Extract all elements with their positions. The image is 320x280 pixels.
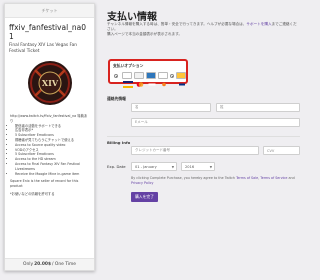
seller-note: Square Enix is the seller of record for …	[10, 179, 79, 189]
price: 20.00$	[34, 262, 52, 267]
price-suffix: / One Time	[52, 262, 76, 267]
contact-section-label: 連絡先情報	[107, 96, 126, 101]
first-name-input[interactable]: 名	[131, 103, 211, 112]
paypal-radio[interactable]	[170, 74, 174, 78]
product-name: Final Fantasy XIV Las Vegas Fan Festival…	[9, 43, 77, 54]
price-footer: Only 20.00$ / One Time	[5, 258, 94, 270]
chevron-down-icon: ▼	[209, 164, 212, 169]
xiv-logo: XIV	[27, 60, 73, 106]
channel-name: ffxiv_fanfestival_na01	[9, 23, 87, 41]
cvv-input[interactable]: CVV	[263, 146, 300, 155]
exp-date-label: Exp. Date	[107, 164, 126, 169]
fine-print-text: By clicking Complete Purchase, you hereb…	[131, 176, 235, 180]
payment-method-label: 支払いオプション	[113, 63, 144, 68]
disclaimer: *お使いなどの情報を許可する	[10, 191, 55, 196]
separator: ,	[258, 176, 260, 180]
last-name-input[interactable]: 姓	[216, 103, 300, 112]
subtitle-line2: 購入ページで本当の金額表示が表示されます。	[107, 32, 183, 36]
page-subtitle: チャンネル情報を購入する時は、簡単・安全で行ってきます。ヘルプが必要な場合は、サ…	[107, 22, 299, 37]
product-description: http://www.twitch.tv/ffxiv_fanfestival_n…	[5, 106, 94, 197]
exp-month-select[interactable]: 01 - January ▼	[131, 162, 177, 171]
support-link[interactable]: サポートを購入	[246, 22, 271, 26]
product-card: チケット ffxiv_fanfestival_na01 Final Fantas…	[4, 3, 95, 271]
benefits-list: 配信者の活動をサポートできる 広告非表示* 5 Subscriber Emoti…	[10, 124, 89, 177]
amex-icon[interactable]	[146, 72, 156, 86]
terms-of-sale-link[interactable]: Terms of Sale	[236, 176, 258, 180]
divider	[107, 136, 300, 137]
terms-of-service-link[interactable]: Terms of Service	[260, 176, 287, 180]
subtitle-text: チャンネル情報を購入する時は、簡単・安全で行ってきます。ヘルプが必要な場合は、	[107, 22, 247, 26]
paypal-icon[interactable]	[176, 72, 186, 86]
privacy-policy-link[interactable]: Privacy Policy	[131, 181, 153, 185]
benefit-item: Receive the Moogle Mine in-game item	[15, 172, 89, 177]
card-header: チケット	[5, 4, 94, 18]
payment-method-radio[interactable]	[114, 74, 118, 78]
discover-icon[interactable]	[158, 72, 168, 87]
chevron-down-icon: ▼	[171, 164, 174, 169]
email-input[interactable]: Eメール	[131, 118, 300, 127]
logo-text: XIV	[41, 78, 58, 88]
payment-method-box: 支払いオプション	[108, 59, 188, 88]
exp-year-select[interactable]: 2016 ▼	[181, 162, 215, 171]
description-intro: http://www.twitch.tv/ffxiv_fanfestival_n…	[10, 114, 88, 123]
card-number-input[interactable]: クレジットカード番号	[131, 146, 259, 155]
and-text: and	[288, 176, 295, 180]
legal-fine-print: By clicking Complete Purchase, you hereb…	[131, 176, 301, 185]
exp-year-value: 2016	[185, 164, 195, 169]
complete-purchase-button[interactable]: 購入を完了	[131, 192, 158, 202]
price-prefix: Only	[23, 262, 34, 267]
visa-icon[interactable]	[122, 72, 133, 88]
exp-month-value: 01 - January	[135, 164, 157, 169]
benefit-item: Access to Final Fantasy XIV Fan Festival…	[15, 162, 89, 172]
billing-section-label: Billing Info	[107, 140, 131, 145]
page-title: 支払い情報	[107, 12, 157, 23]
mastercard-icon[interactable]	[134, 72, 144, 87]
